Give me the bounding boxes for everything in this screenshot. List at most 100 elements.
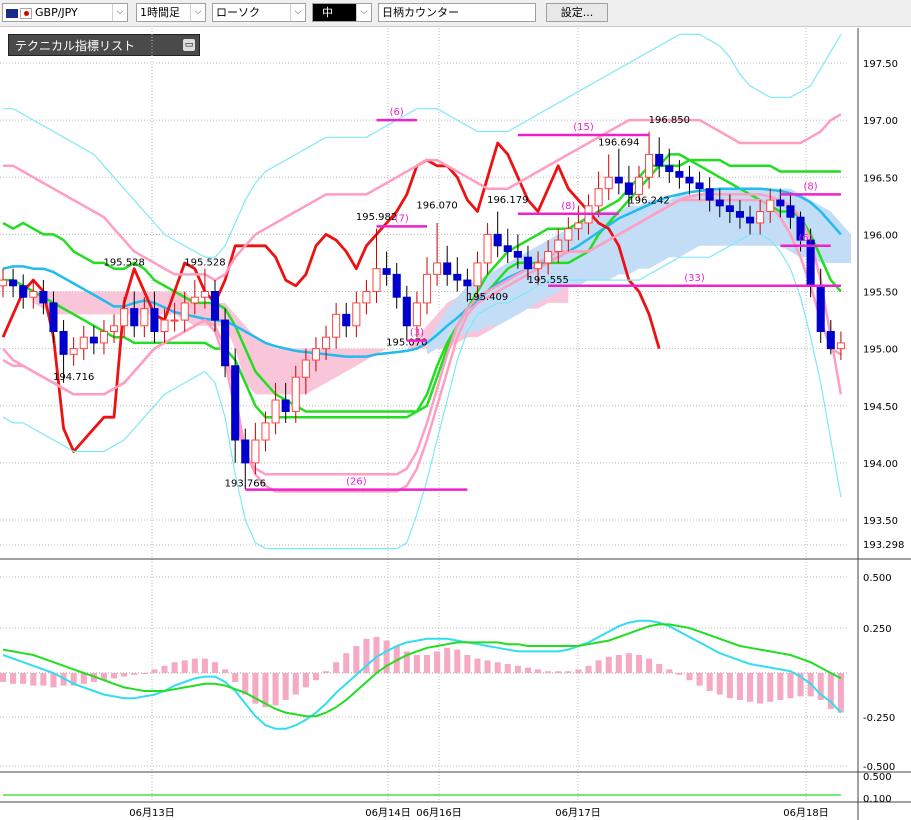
histogram-bar (161, 665, 168, 673)
settings-button[interactable]: 設定... (546, 3, 608, 22)
price-label: 195.070 (386, 338, 427, 349)
price-label: 194.716 (53, 372, 94, 383)
candle (190, 296, 199, 304)
histogram-bar (302, 673, 309, 688)
candle (372, 268, 381, 292)
toolbar: GBP/JPY ⌵ 1時間足 ⌵ ローソク ⌵ 中 ⌵ 日柄カウンター 設定..… (0, 0, 911, 27)
histogram-bar (90, 673, 97, 682)
chart-style-select[interactable]: ローソク ⌵ (212, 3, 306, 22)
histogram-bar (807, 673, 814, 697)
ichimoku-cloud (33, 188, 851, 395)
x-tick-label: 06月13日 (129, 807, 174, 819)
candle (604, 176, 613, 190)
candle (493, 233, 502, 247)
histogram-bar (565, 671, 572, 673)
candle (634, 176, 644, 195)
day-counters: (6) (15) (7) (8) (3) (26) (33) (8) (6) (245, 107, 841, 491)
flag-icon-2 (20, 7, 32, 19)
candle (463, 279, 472, 287)
candle (291, 376, 300, 412)
histogram-bar (787, 673, 794, 699)
candlesticks (0, 131, 845, 490)
counter-label: (6) (390, 107, 404, 118)
histogram-bar (444, 647, 451, 673)
candle (281, 399, 290, 412)
histogram-bar (524, 667, 531, 673)
histogram-bar (171, 662, 178, 673)
minimize-icon[interactable]: ▭ (183, 39, 195, 51)
candle (180, 302, 189, 321)
histogram-bar (585, 665, 592, 673)
histogram-bar (595, 660, 602, 673)
candle (624, 182, 633, 195)
series-line (3, 153, 842, 419)
histogram-bar (625, 653, 632, 673)
candle (39, 291, 48, 304)
macd-line (2, 623, 842, 718)
candle (483, 233, 492, 264)
candle (352, 302, 361, 327)
histogram-bar (50, 673, 57, 688)
histogram-bar (555, 671, 562, 673)
size-select[interactable]: 中 ⌵ (312, 3, 372, 22)
candle (584, 205, 593, 224)
histogram-bar (827, 673, 834, 709)
histogram-bar (40, 673, 47, 686)
histogram-bar (353, 646, 360, 673)
histogram-bar (141, 673, 148, 674)
timeframe-select[interactable]: 1時間足 ⌵ (136, 3, 206, 22)
histogram-bar (484, 660, 491, 673)
histogram-bar (575, 669, 582, 673)
candle (422, 273, 432, 304)
histogram-bar (191, 658, 198, 673)
price-label: 195.555 (527, 275, 568, 286)
histogram-bar (494, 662, 501, 673)
candle (89, 336, 98, 344)
histogram-bar (262, 673, 269, 708)
histogram-bar (312, 673, 319, 681)
histogram-bar (292, 673, 299, 695)
histogram-bar (131, 673, 138, 675)
histogram-bar (646, 658, 653, 673)
candle (614, 176, 623, 184)
candle (150, 308, 159, 332)
candle (655, 153, 664, 167)
candle (523, 256, 532, 270)
counter-label: (33) (684, 273, 705, 284)
histogram-bar (272, 673, 279, 706)
price-label: 196.242 (628, 196, 669, 207)
chevron-down-icon: ⌵ (190, 4, 205, 21)
histogram-bar (474, 658, 481, 673)
candle (392, 273, 401, 298)
candle (645, 153, 654, 178)
histogram-bar (181, 660, 188, 673)
third-y-tick-label: 0.500 (863, 772, 892, 783)
histogram-bar (504, 664, 511, 673)
histogram-bar (282, 673, 289, 700)
candle (99, 330, 108, 344)
histogram-bar (201, 658, 208, 673)
candle (725, 205, 734, 213)
counter-label: (7) (395, 213, 409, 224)
chevron-down-icon: ⌵ (356, 4, 371, 21)
candle (554, 239, 563, 253)
symbol-select[interactable]: GBP/JPY ⌵ (2, 3, 128, 22)
candle (271, 399, 280, 424)
candle (574, 222, 583, 230)
histogram-bar (757, 673, 764, 704)
candle (29, 291, 38, 298)
histogram-bar (111, 673, 118, 679)
candle (59, 330, 68, 355)
histogram-bar (434, 651, 441, 673)
histogram-bar (333, 662, 340, 673)
counter-field[interactable]: 日柄カウンター (378, 3, 536, 22)
cloud-segment (33, 291, 226, 326)
candle (756, 211, 765, 224)
candle (594, 188, 603, 207)
indicator-list-panel[interactable]: テクニカル指標リスト ▭ (8, 34, 200, 56)
histogram-bar (706, 673, 713, 691)
axis-labels: 197.50 197.00 196.50 196.00 195.50 195.00 194.… (129, 59, 904, 819)
histogram-bar (20, 673, 27, 684)
candle (210, 291, 220, 321)
candle (170, 319, 179, 322)
